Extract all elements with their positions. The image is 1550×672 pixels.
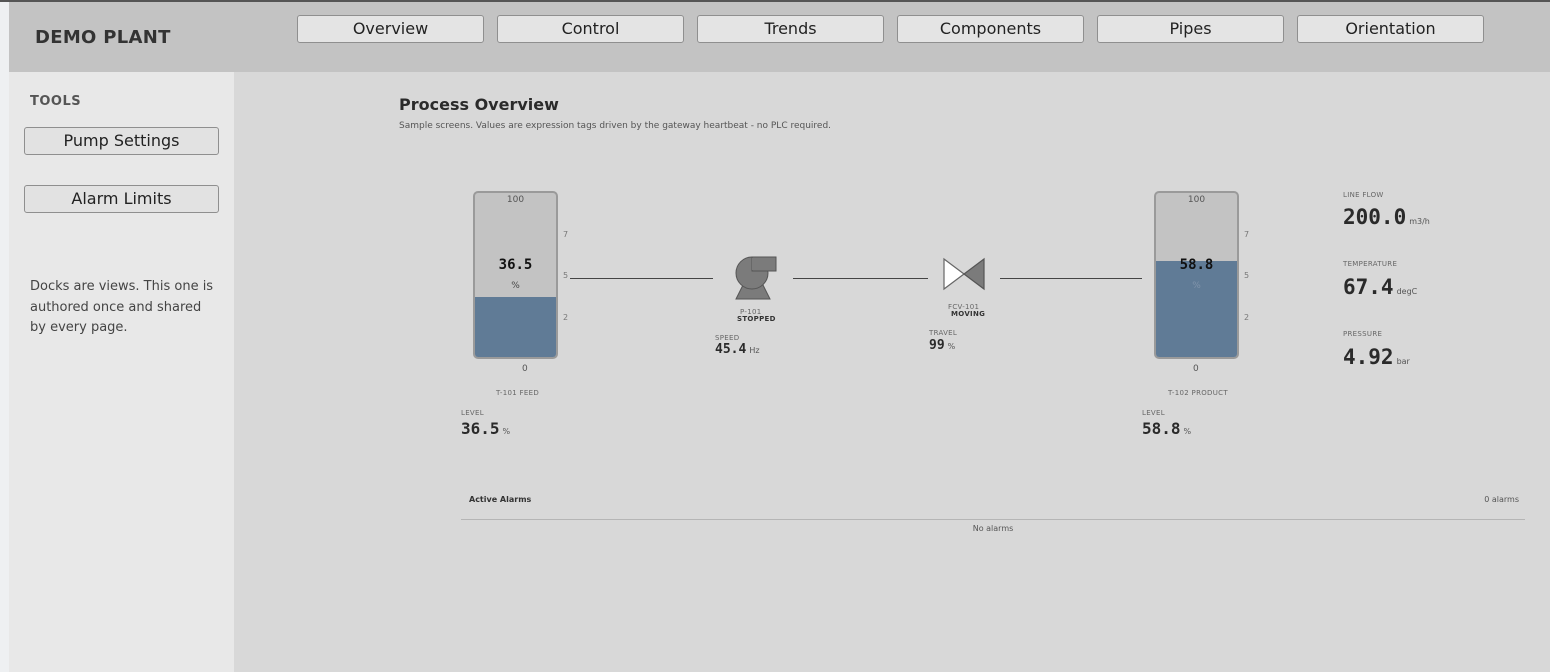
page-subtitle: Sample screens. Values are expression ta… — [399, 121, 832, 131]
pipe-feed-to-pump — [570, 278, 713, 279]
tank-t101-max: 100 — [506, 195, 525, 205]
tank-t101-readout: 36.5% — [461, 419, 511, 438]
tank-t101[interactable]: 100 36.5 % — [473, 191, 558, 359]
butterfly-valve-icon[interactable] — [942, 257, 986, 291]
tank-t102-value: 58.8 — [1179, 257, 1214, 273]
tab-overview[interactable]: Overview — [297, 15, 484, 43]
tank-t101-tick-mid: 5 — [563, 271, 569, 280]
tank-t102-max: 100 — [1187, 195, 1206, 205]
app-window: DEMO PLANT Overview Control Trends Compo… — [9, 2, 1550, 672]
app-title: DEMO PLANT — [35, 27, 171, 48]
pressure-readout: 4.92 bar — [1343, 345, 1410, 369]
tank-t101-tick-low: 2 — [563, 313, 569, 322]
tank-t101-value: 36.5 — [498, 257, 533, 273]
tank-t102-tick-low: 2 — [1244, 313, 1250, 322]
pump-state: STOPPED — [737, 315, 776, 323]
tab-control[interactable]: Control — [497, 15, 684, 43]
tank-t101-unit: % — [511, 281, 520, 291]
line-flow-label: LINE FLOW — [1343, 191, 1384, 199]
main-content: Process Overview Sample screens. Values … — [234, 72, 1550, 672]
tank-t102-name: T-102 PRODUCT — [1168, 389, 1228, 397]
tank-t102-readout: 58.8% — [1142, 419, 1192, 438]
valve-travel-readout: 99% — [929, 338, 956, 353]
tank-t102[interactable]: 100 58.8 % — [1154, 191, 1239, 359]
page-title: Process Overview — [399, 95, 559, 114]
alarms-title: Active Alarms — [469, 495, 532, 504]
tools-dock: TOOLS Pump Settings Alarm Limits Docks a… — [9, 72, 234, 672]
alarms-count: 0 alarms — [1484, 495, 1519, 504]
tab-pipes[interactable]: Pipes — [1097, 15, 1284, 43]
tank-t102-level-fill — [1156, 260, 1237, 357]
tank-t101-min: 0 — [522, 364, 528, 374]
tank-t101-tick-high: 7 — [563, 230, 569, 239]
tank-t101-readout-label: LEVEL — [461, 409, 484, 417]
pipe-valve-to-product — [1000, 278, 1142, 279]
tank-t102-unit: % — [1192, 281, 1201, 291]
temperature-label: TEMPERATURE — [1343, 260, 1398, 268]
centrifugal-pump-icon[interactable] — [730, 253, 780, 301]
tools-title: TOOLS — [30, 94, 82, 109]
tank-t101-name: T-101 FEED — [496, 389, 540, 397]
line-flow-readout: 200.0 m3/h — [1343, 205, 1430, 229]
active-alarms-panel: Active Alarms 0 alarms — [461, 490, 1525, 520]
pressure-label: PRESSURE — [1343, 330, 1383, 338]
tab-orientation[interactable]: Orientation — [1297, 15, 1484, 43]
tank-t102-tick-high: 7 — [1244, 230, 1250, 239]
tank-t102-tick-mid: 5 — [1244, 271, 1250, 280]
header-bar: DEMO PLANT Overview Control Trends Compo… — [9, 2, 1550, 72]
tank-t102-readout-label: LEVEL — [1142, 409, 1165, 417]
tank-t102-min: 0 — [1193, 364, 1199, 374]
pump-speed-readout: 45.4 Hz — [715, 342, 760, 357]
alarm-limits-button[interactable]: Alarm Limits — [24, 185, 219, 213]
no-alarms-message: No alarms — [972, 524, 1014, 533]
valve-travel-label: TRAVEL — [929, 329, 958, 337]
valve-state: MOVING — [951, 310, 986, 318]
temperature-readout: 67.4 degC — [1343, 275, 1418, 299]
pipe-pump-to-valve — [793, 278, 928, 279]
pump-settings-button[interactable]: Pump Settings — [24, 127, 219, 155]
dock-note: Docks are views. This one is authored on… — [30, 279, 214, 335]
tab-components[interactable]: Components — [897, 15, 1084, 43]
tab-trends[interactable]: Trends — [697, 15, 884, 43]
tank-t101-level-fill — [475, 297, 556, 357]
pump-speed-label: SPEED — [715, 334, 740, 342]
